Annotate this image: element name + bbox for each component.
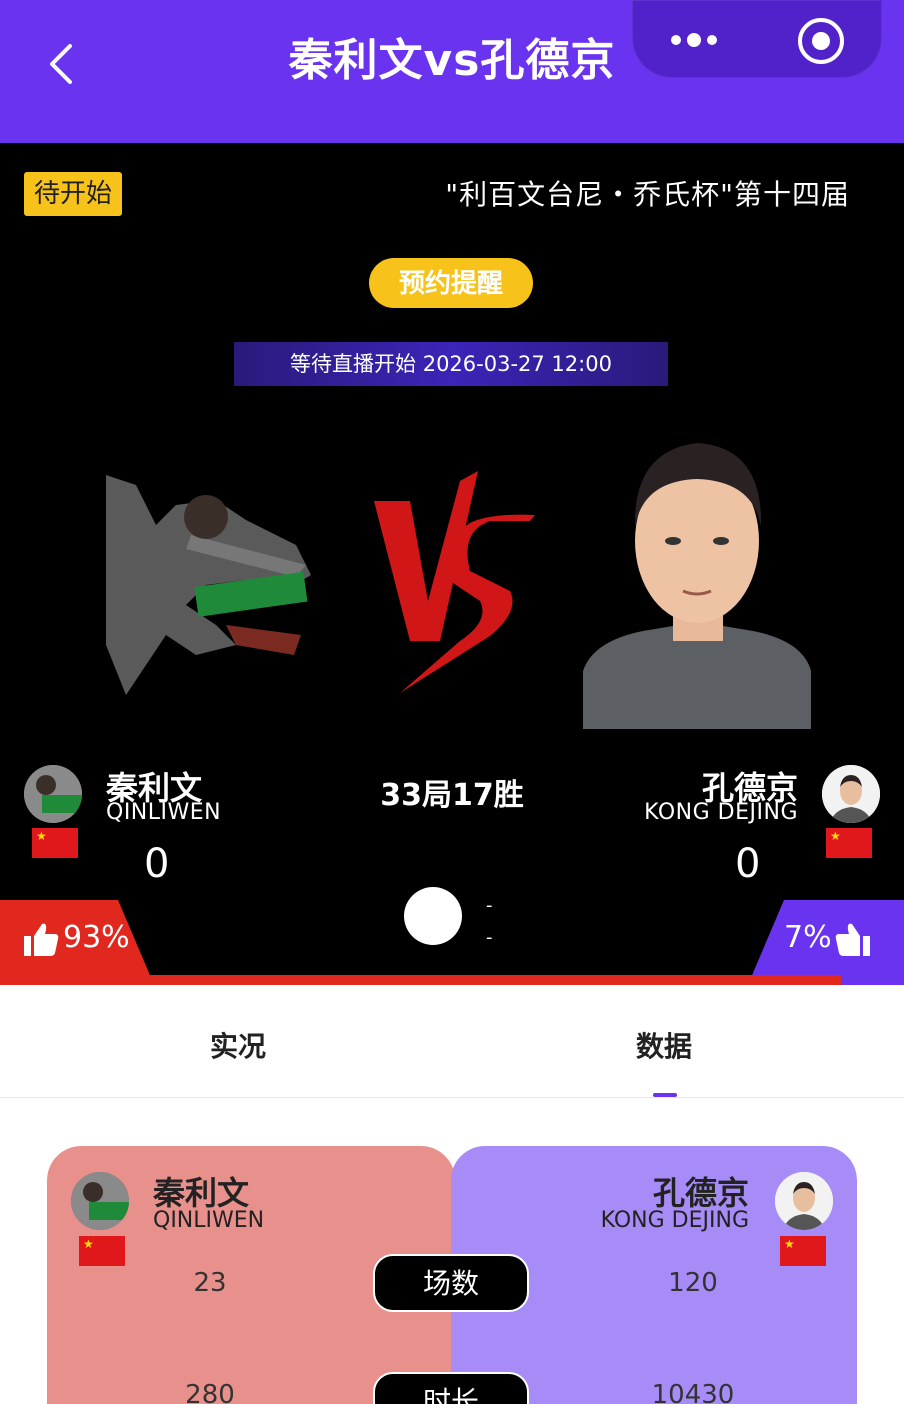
target-icon[interactable] bbox=[796, 16, 846, 66]
status-badge: 待开始 bbox=[24, 172, 123, 216]
right-dash: - bbox=[486, 927, 493, 948]
active-tab-indicator bbox=[653, 1093, 677, 1097]
tab-live[interactable]: 实况 bbox=[210, 1025, 266, 1065]
serving-indicator bbox=[404, 887, 462, 945]
china-flag-icon: ★ bbox=[32, 828, 78, 858]
player-left-score: 0 bbox=[144, 841, 170, 887]
player-left-photo bbox=[106, 475, 311, 695]
player-right-avatar[interactable] bbox=[822, 765, 880, 823]
vote-right-button[interactable]: 7% bbox=[750, 900, 904, 980]
stat-label-pill: 时长 bbox=[373, 1372, 529, 1404]
more-dots-icon[interactable] bbox=[668, 26, 728, 54]
thumbs-up-icon bbox=[835, 923, 870, 956]
player-right-score: 0 bbox=[735, 841, 761, 887]
stats-left-name-en: QINLIWEN bbox=[153, 1208, 265, 1233]
player-right-photo bbox=[583, 443, 811, 729]
china-flag-icon: ★ bbox=[780, 1236, 826, 1266]
china-flag-icon: ★ bbox=[826, 828, 872, 858]
stat-right-value: 10430 bbox=[651, 1380, 735, 1404]
stats-right-avatar bbox=[775, 1172, 833, 1230]
vote-left-percent: 93% bbox=[63, 920, 130, 955]
vote-progress-bar bbox=[0, 975, 904, 985]
match-hero: 待开始 "利百文台尼・乔氏杯"第十四届 预约提醒 等待直播开始 2026-03-… bbox=[0, 143, 904, 985]
thumbs-up-icon bbox=[24, 923, 59, 956]
tab-data[interactable]: 数据 bbox=[636, 1025, 692, 1065]
stat-label-pill: 场数 bbox=[373, 1254, 529, 1312]
live-wait-banner: 等待直播开始 2026-03-27 12:00 bbox=[234, 342, 668, 386]
vote-right-percent: 7% bbox=[784, 920, 832, 955]
stat-right-value: 120 bbox=[668, 1268, 718, 1298]
vs-graphic bbox=[374, 471, 535, 693]
left-dash: - bbox=[486, 895, 493, 916]
tab-bar: 实况 数据 bbox=[0, 985, 904, 1098]
top-bar: 秦利文vs孔德京 bbox=[0, 0, 904, 143]
vote-left-button[interactable]: 93% bbox=[0, 900, 152, 980]
stats-left-avatar bbox=[71, 1172, 129, 1230]
china-flag-icon: ★ bbox=[79, 1236, 125, 1266]
tournament-name: "利百文台尼・乔氏杯"第十四届 bbox=[445, 178, 850, 211]
stat-left-value: 23 bbox=[193, 1268, 227, 1298]
vote-progress-fill bbox=[0, 975, 841, 985]
player-right-name-en: KONG DEJING bbox=[644, 800, 798, 825]
stats-right-name-en: KONG DEJING bbox=[600, 1208, 749, 1233]
stat-left-value: 280 bbox=[185, 1380, 235, 1404]
stats-card: ★ 秦利文 QINLIWEN 孔德京 KONG DEJING ★ 23 场数 1… bbox=[47, 1146, 857, 1404]
reserve-reminder-button[interactable]: 预约提醒 bbox=[369, 258, 533, 308]
